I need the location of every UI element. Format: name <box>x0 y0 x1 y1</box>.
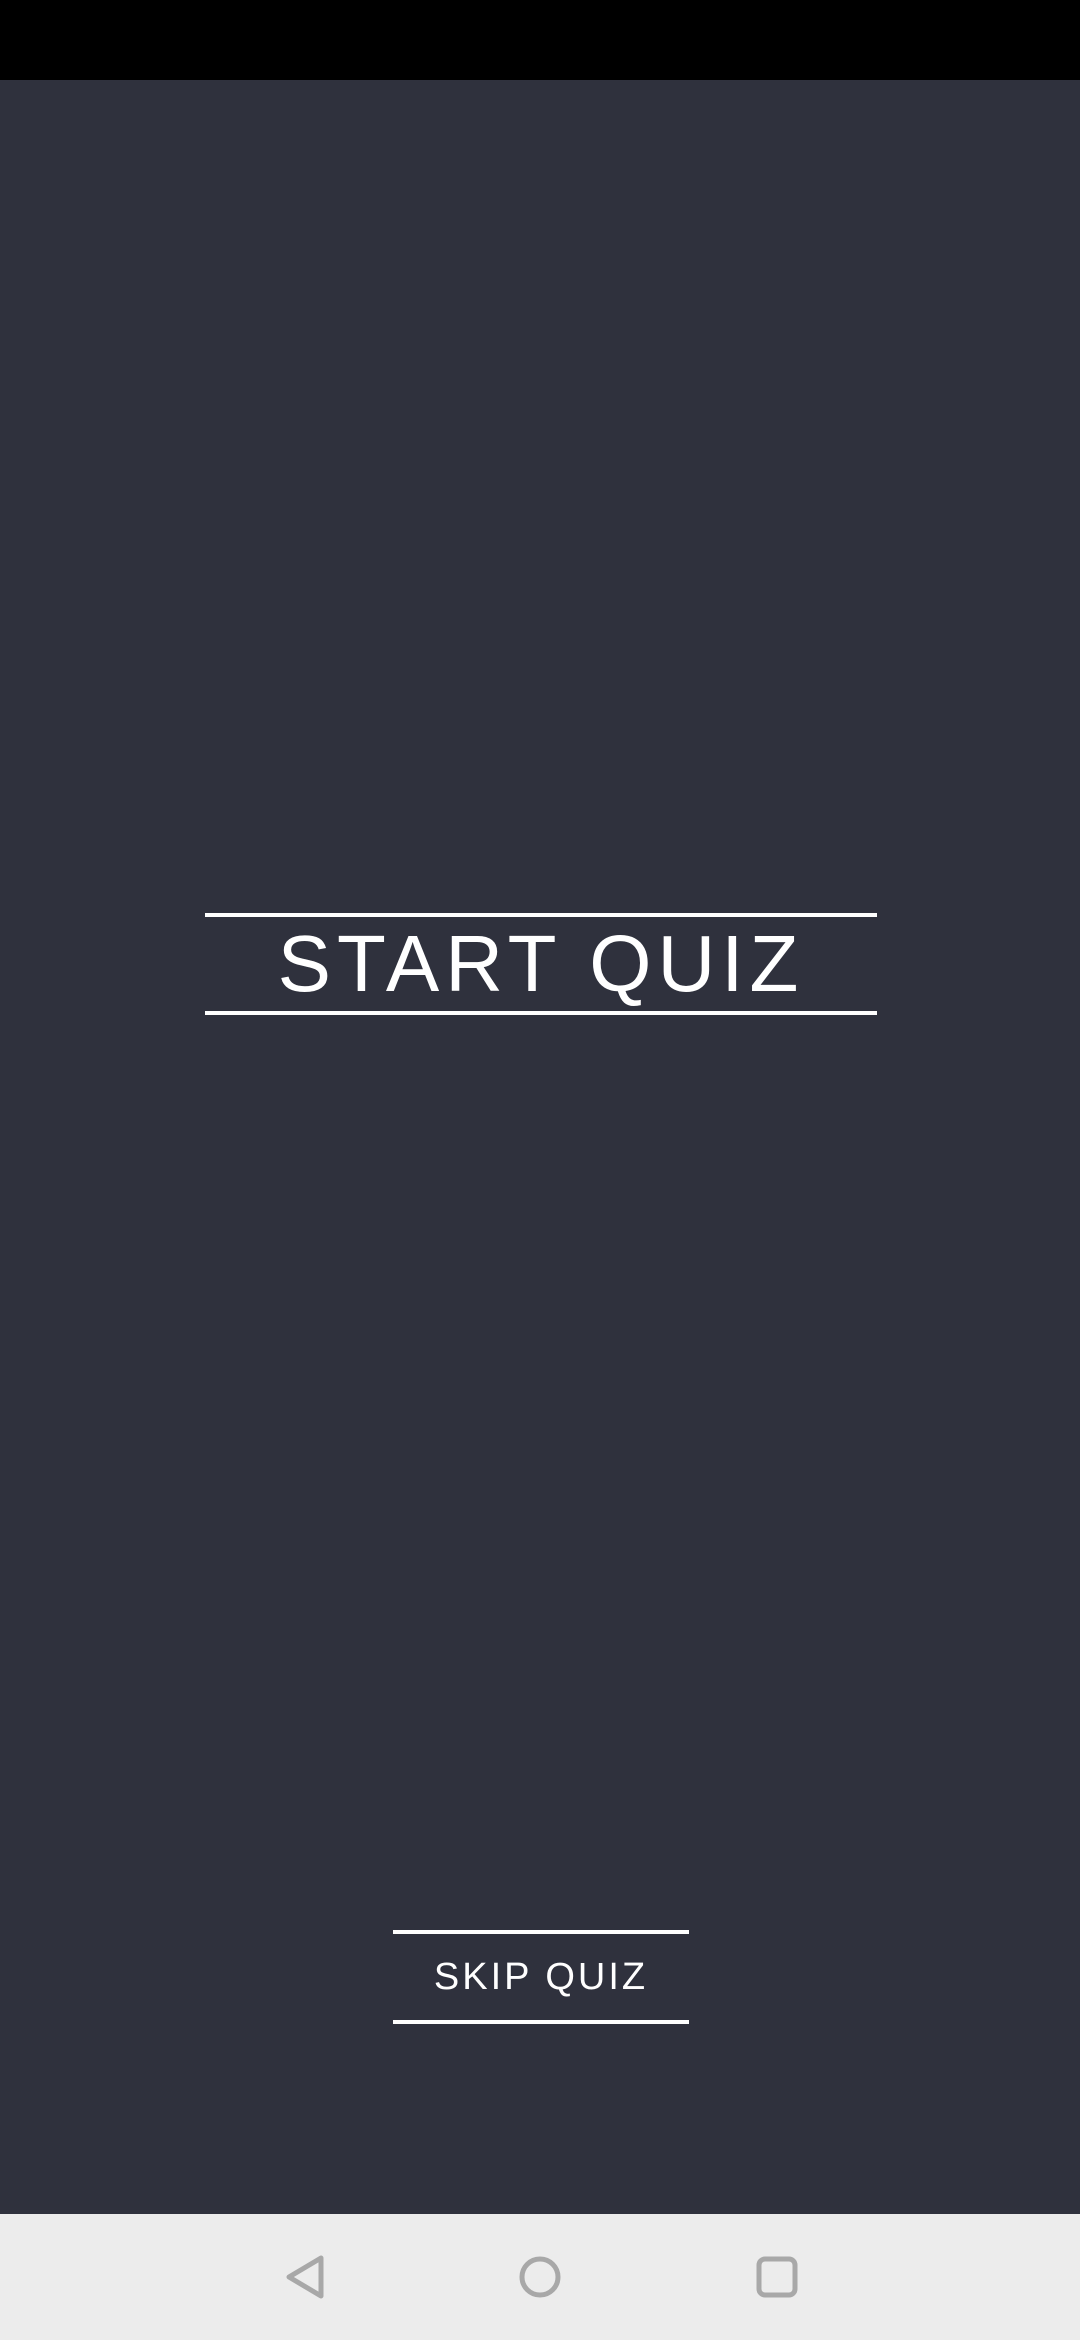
start-quiz-label: START QUIZ <box>277 919 805 1008</box>
skip-quiz-button[interactable]: SKIP QUIZ <box>393 1930 689 2024</box>
home-circle-icon <box>519 2256 561 2298</box>
quiz-intro-screen <box>0 80 1080 2214</box>
home-button[interactable] <box>480 2214 600 2340</box>
status-bar <box>0 0 1080 80</box>
recents-square-icon <box>756 2256 798 2298</box>
start-quiz-button[interactable]: START QUIZ <box>205 913 877 1015</box>
back-triangle-icon <box>286 2255 324 2299</box>
recents-button[interactable] <box>717 2214 837 2340</box>
back-button[interactable] <box>245 2214 365 2340</box>
system-navigation-bar <box>0 2214 1080 2340</box>
skip-quiz-label: SKIP QUIZ <box>433 1956 649 1998</box>
